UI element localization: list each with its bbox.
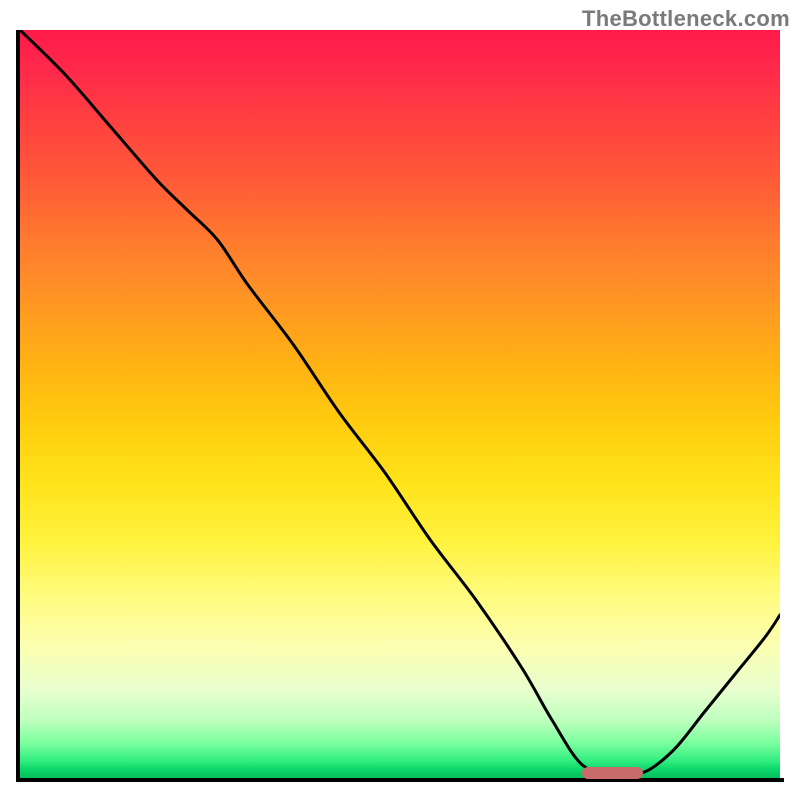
chart-container: TheBottleneck.com xyxy=(0,0,800,800)
plot-area xyxy=(20,30,780,780)
curve-svg xyxy=(20,30,780,780)
bottleneck-curve xyxy=(20,30,780,775)
optimal-range-marker xyxy=(582,767,643,779)
x-axis xyxy=(16,778,784,782)
y-axis xyxy=(16,30,20,782)
watermark-text: TheBottleneck.com xyxy=(582,6,790,32)
